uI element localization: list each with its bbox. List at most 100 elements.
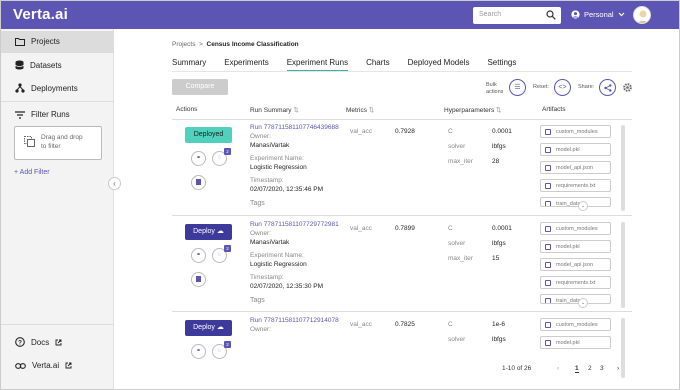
filter-drop-zone[interactable]: Drag and drop to filter xyxy=(14,126,102,160)
tab-summary[interactable]: Summary xyxy=(172,58,206,72)
artifact-icon xyxy=(545,262,551,268)
column-header-hyperparameters[interactable]: Hyperparameters ⇅ xyxy=(444,106,501,114)
run-id-link[interactable]: Run 778711581107729772981 xyxy=(250,221,339,228)
tab-experiment-runs[interactable]: Experiment Runs xyxy=(286,58,349,72)
breadcrumb-projects[interactable]: Projects xyxy=(172,41,195,48)
artifact-item[interactable]: custom_modules xyxy=(540,318,611,331)
deployed-button[interactable]: Deployed xyxy=(185,127,232,143)
tab-experiments[interactable]: Experiments xyxy=(224,58,268,72)
link-icon[interactable]: ⚭ xyxy=(191,151,206,166)
tab-settings[interactable]: Settings xyxy=(487,58,516,72)
sidebar-item-deployments[interactable]: Deployments xyxy=(15,83,78,93)
artifact-label: requirements.txt xyxy=(556,280,596,286)
link-icon[interactable]: ⚭ xyxy=(191,344,206,359)
external-link-icon xyxy=(65,362,72,369)
next-page-button[interactable]: › xyxy=(617,365,619,372)
artifact-item[interactable]: model.pkl xyxy=(540,240,611,253)
sidebar-divider xyxy=(1,101,114,102)
bulk-label-line-1: Bulk xyxy=(486,82,497,88)
artifact-label: train_data xyxy=(556,298,581,304)
sidebar-item-docs[interactable]: ? Docs xyxy=(15,337,62,347)
external-link-icon xyxy=(55,339,62,345)
gear-icon[interactable] xyxy=(622,82,633,93)
page-3-button[interactable]: 3 xyxy=(600,365,604,372)
artifact-item[interactable]: requirements.txt xyxy=(540,276,611,289)
run-id-link[interactable]: Run 778711581107746439688 xyxy=(250,124,339,131)
comment-count-badge: 2 xyxy=(224,148,231,155)
hyperparameter-key: C xyxy=(448,321,453,328)
tab-charts[interactable]: Charts xyxy=(366,58,390,72)
deploy-button[interactable]: Deploy ☁ xyxy=(185,224,232,240)
delete-icon[interactable] xyxy=(191,175,206,190)
hyperparameters-header-label: Hyperparameters xyxy=(444,107,495,114)
artifact-label: train_data xyxy=(556,201,581,207)
metrics-header-label: Metrics xyxy=(346,107,367,114)
expand-artifacts-button[interactable]: ⌄ xyxy=(578,298,588,308)
bulk-actions-button[interactable]: ☰ xyxy=(509,79,526,96)
artifact-item[interactable]: custom_modules xyxy=(540,125,611,138)
breadcrumb: Projects > Census Income Classification xyxy=(172,41,299,48)
tags-label[interactable]: Tags xyxy=(250,200,265,207)
page-2-button[interactable]: 2 xyxy=(588,365,592,372)
artifact-item[interactable]: model.pkl xyxy=(540,336,611,349)
delete-icon[interactable] xyxy=(191,272,206,287)
sort-icon[interactable]: ⇅ xyxy=(496,107,501,114)
filter-runs-label: Filter Runs xyxy=(31,110,70,119)
app-logo[interactable]: Verta.ai xyxy=(13,6,68,23)
add-filter-link[interactable]: + Add Filter xyxy=(14,169,50,176)
reset-button[interactable]: <> xyxy=(554,79,571,96)
workspace-selector[interactable]: Personal xyxy=(571,10,625,19)
share-button[interactable] xyxy=(599,79,616,96)
page-1-button[interactable]: 1 xyxy=(575,365,579,373)
chevron-down-icon xyxy=(618,12,625,17)
owner-label: Owner: xyxy=(250,133,271,140)
artifact-icon xyxy=(545,226,551,232)
sort-icon[interactable]: ⇅ xyxy=(369,107,374,114)
drop-text-line-1: Drag and drop xyxy=(41,134,83,141)
sidebar-item-datasets[interactable]: Datasets xyxy=(15,60,62,70)
hyperparameter-value: lbfgs xyxy=(492,336,506,343)
owner-label: Owner: xyxy=(250,230,271,237)
table-row: Deploy ☁ ⚭ ◌ 2 Run 778711581107729772981… xyxy=(172,216,632,312)
artifact-icon xyxy=(545,147,551,153)
column-header-metrics[interactable]: Metrics ⇅ xyxy=(346,106,374,114)
column-header-run-summary[interactable]: Run Summary ⇅ xyxy=(250,106,299,114)
search-icon[interactable] xyxy=(546,10,556,20)
runs-table: Deployed ⚭ ◌ 2 Run 778711581107746439688… xyxy=(172,119,632,381)
artifact-item[interactable]: model_api.json xyxy=(540,161,611,174)
artifacts-scrollbar[interactable] xyxy=(621,222,625,308)
experiment-value[interactable]: Logistic Regression xyxy=(250,164,307,171)
link-icon[interactable]: ⚭ xyxy=(191,248,206,263)
artifact-item[interactable]: train_data xyxy=(540,197,611,207)
artifacts-scrollbar[interactable] xyxy=(621,125,625,211)
avatar[interactable] xyxy=(633,6,651,24)
prev-page-button[interactable]: ‹ xyxy=(557,365,559,372)
deploy-nodes-icon xyxy=(15,83,25,93)
metric-key: val_acc xyxy=(350,225,373,232)
artifacts-scrollbar[interactable] xyxy=(621,318,625,378)
artifact-label: model_api.json xyxy=(556,262,593,268)
tags-label[interactable]: Tags xyxy=(250,297,265,304)
sort-icon[interactable]: ⇅ xyxy=(293,107,298,114)
search-input[interactable]: Search xyxy=(473,7,561,24)
search-placeholder: Search xyxy=(479,11,502,18)
tab-deployed-models[interactable]: Deployed Models xyxy=(408,58,470,72)
sidebar-item-verta[interactable]: Verta.ai xyxy=(15,361,72,370)
sidebar-item-projects[interactable]: Projects xyxy=(15,37,60,46)
expand-artifacts-button[interactable]: ⌄ xyxy=(578,201,588,211)
artifact-icon xyxy=(545,165,551,171)
artifact-item[interactable]: model_api.json xyxy=(540,258,611,271)
drag-drop-icon xyxy=(24,136,35,147)
timestamp-value: 02/07/2020, 12:35:30 PM xyxy=(250,283,324,290)
run-id-link[interactable]: Run 778711581107712914078 xyxy=(250,317,339,324)
experiment-value[interactable]: Logistic Regression xyxy=(250,261,307,268)
artifact-item[interactable]: custom_modules xyxy=(540,222,611,235)
artifact-item[interactable]: model.pkl xyxy=(540,143,611,156)
artifact-item[interactable]: requirements.txt xyxy=(540,179,611,192)
compare-button[interactable]: Compare xyxy=(172,79,228,95)
artifact-icon xyxy=(545,298,551,303)
artifact-item[interactable]: train_data xyxy=(540,294,611,304)
deploy-button[interactable]: Deploy ☁ xyxy=(185,320,232,336)
artifact-label: model_api.json xyxy=(556,165,593,171)
timestamp-value: 02/07/2020, 12:35:46 PM xyxy=(250,186,324,193)
